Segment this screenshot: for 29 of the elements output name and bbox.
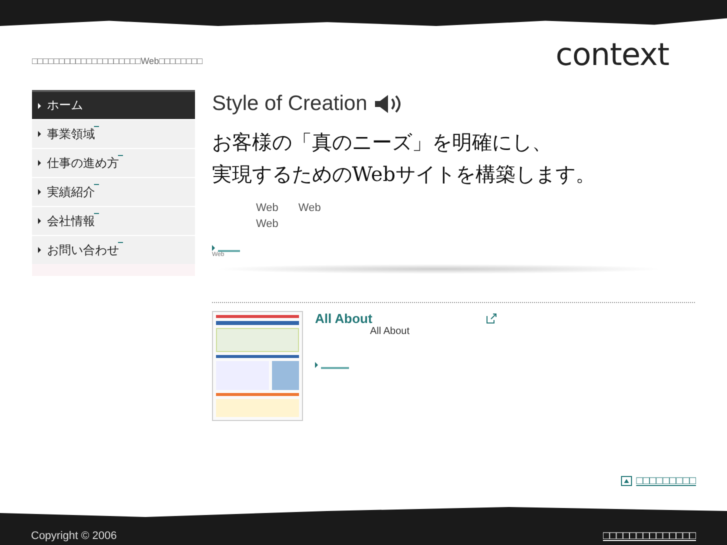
intro-text: Web	[298, 202, 321, 214]
work-title[interactable]: All About	[315, 311, 372, 326]
work-description: All About	[370, 326, 410, 337]
copyright: Copyright © 2006	[31, 530, 117, 542]
menu-item[interactable]: 仕事の進め方	[32, 149, 195, 177]
intro-text: Web	[256, 202, 278, 214]
page-top-link[interactable]: □□□□□□□□□	[636, 475, 696, 487]
external-link-icon[interactable]	[486, 313, 497, 324]
footer-link[interactable]: □□□□□□□□□□□□□□	[602, 530, 696, 542]
headline: お客様の「真のニーズ」を明確にし、	[212, 129, 553, 156]
headline: 実現するためのWebサイトを構築します。	[212, 161, 597, 188]
up-arrow-icon	[621, 476, 632, 486]
section-title: Style of Creation	[212, 92, 368, 116]
dash-mark	[118, 242, 123, 243]
menu-item[interactable]: 実績紹介	[32, 178, 195, 206]
intro-text: Web	[256, 218, 278, 230]
dash-mark	[94, 184, 99, 185]
menu-item[interactable]: 事業領域	[32, 120, 195, 148]
menu-item[interactable]: お問い合わせ	[32, 236, 195, 264]
menu-item[interactable]: ホーム	[32, 90, 195, 119]
tagline: □□□□□□□□□□□□□□□□□□□□Web□□□□□□□□	[32, 56, 203, 66]
arrow-icon	[212, 245, 215, 251]
dash-mark	[94, 213, 99, 214]
arrow-icon	[315, 362, 318, 368]
menu-item[interactable]: 会社情報	[32, 207, 195, 235]
dash-mark	[118, 155, 123, 156]
megaphone-icon	[373, 92, 404, 116]
site-logo[interactable]: context	[556, 40, 669, 71]
dash-mark	[94, 126, 99, 127]
